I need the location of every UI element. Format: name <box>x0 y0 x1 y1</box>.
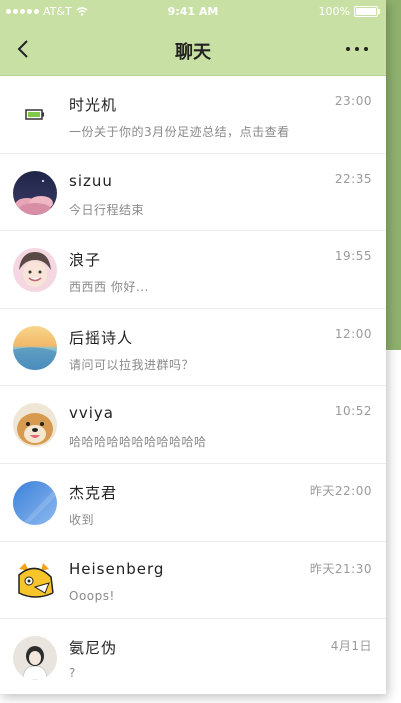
conversation-row[interactable]: 杰克君 收到 昨天22:00 <box>0 464 386 542</box>
contact-name: 后摇诗人 <box>69 328 134 347</box>
anime-boy-avatar <box>13 248 57 293</box>
conversation-row[interactable]: 后摇诗人 请问可以拉我进群吗？ 12:00 <box>0 309 386 387</box>
message-preview: 今日行程结束 <box>69 202 145 217</box>
conversation-list: 时光机 一份关于你的3月份足迹总结，点击查看 23:00 sizuu 今日行程结… <box>0 76 386 694</box>
message-preview: 西西西 你好... <box>69 280 149 295</box>
message-time: 10:52 <box>334 404 372 419</box>
dog-avatar <box>13 403 57 448</box>
conversation-row[interactable]: sizuu 今日行程结束 22:35 <box>0 154 386 232</box>
message-preview: ? <box>69 666 76 681</box>
conversation-row[interactable]: 浪子 西西西 你好... 19:55 <box>0 231 386 309</box>
conversation-row[interactable]: vviya 哈哈哈哈哈哈哈哈哈哈哈 10:52 <box>0 386 386 464</box>
status-bar: AT&T 9:41 AM 100% <box>0 0 386 24</box>
blue-sky-avatar <box>13 480 57 525</box>
battery-status-icon <box>354 6 380 17</box>
conversation-row[interactable]: 氨尼伪 ? 4月1日 <box>0 619 386 694</box>
message-time: 昨天22:00 <box>309 483 372 498</box>
status-right: 100% <box>318 5 380 18</box>
girl-avatar <box>13 636 57 681</box>
message-time: 4月1日 <box>330 639 372 654</box>
contact-name: Heisenberg <box>69 559 165 578</box>
message-time: 19:55 <box>334 249 372 264</box>
contact-name: 杰克君 <box>69 483 118 502</box>
nav-bar: 聊天 <box>0 24 386 76</box>
message-preview: 哈哈哈哈哈哈哈哈哈哈哈 <box>69 435 207 450</box>
message-preview: 请问可以拉我进群吗？ <box>69 357 195 372</box>
phone-screen: AT&T 9:41 AM 100% 聊天 时光机 一份关于你的3月份足迹总结，点… <box>0 0 386 694</box>
sunset-avatar <box>13 325 57 370</box>
battery-icon <box>13 93 57 137</box>
contact-name: 时光机 <box>69 96 118 114</box>
message-time: 12:00 <box>334 326 372 341</box>
contact-name: 浪子 <box>69 251 102 270</box>
cartoon-avatar <box>13 558 57 603</box>
contact-name: 氨尼伪 <box>69 639 118 658</box>
contact-name: vviya <box>69 404 114 423</box>
contact-name: sizuu <box>69 171 113 190</box>
more-icon[interactable] <box>346 47 368 51</box>
message-time: 23:00 <box>334 94 372 108</box>
message-preview: Ooops! <box>69 588 115 603</box>
message-preview: 一份关于你的3月份足迹总结，点击查看 <box>69 125 290 139</box>
conversation-row[interactable]: 时光机 一份关于你的3月份足迹总结，点击查看 23:00 <box>0 76 386 154</box>
battery-percent: 100% <box>318 5 350 18</box>
page-title: 聊天 <box>175 42 211 63</box>
message-time: 昨天21:30 <box>309 561 372 576</box>
message-preview: 收到 <box>69 512 95 527</box>
night-sky-avatar <box>13 170 57 215</box>
conversation-row[interactable]: Heisenberg Ooops! 昨天21:30 <box>0 542 386 620</box>
message-time: 22:35 <box>334 171 372 186</box>
